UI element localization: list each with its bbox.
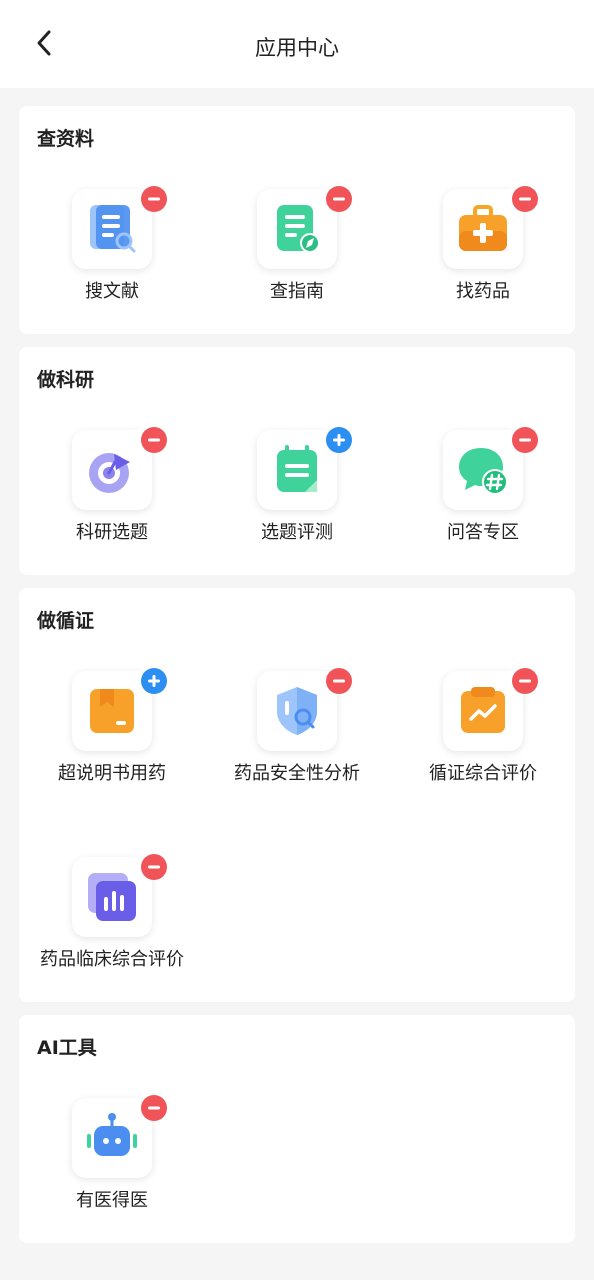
- section-research-materials: 查资料 搜文献 查指南 找药品: [19, 106, 575, 334]
- robot-icon: [87, 1113, 137, 1156]
- minus-icon: [519, 679, 531, 683]
- page-title: 应用中心: [255, 36, 339, 60]
- minus-icon: [519, 438, 531, 442]
- app-label: 有医得医: [76, 1190, 148, 1211]
- app-icon-tile[interactable]: [257, 189, 337, 269]
- minus-icon: [148, 197, 160, 201]
- minus-icon: [148, 865, 160, 869]
- app-check-guide[interactable]: 查指南: [204, 186, 390, 309]
- section-evidence-based: 做循证 超说明书用药 药品安全性分析 循证综合评价 药品临床综合评价: [19, 588, 575, 1002]
- chat-hashtag-icon: [459, 448, 508, 495]
- document-search-icon: [90, 205, 136, 253]
- shield-search-icon: [277, 687, 317, 735]
- remove-badge[interactable]: [512, 427, 538, 453]
- app-qa-zone[interactable]: 问答专区: [390, 427, 576, 550]
- add-badge[interactable]: [141, 668, 167, 694]
- remove-badge[interactable]: [141, 1095, 167, 1121]
- remove-badge[interactable]: [512, 186, 538, 212]
- app-drug-clinical-evaluation[interactable]: 药品临床综合评价: [19, 854, 205, 977]
- remove-badge[interactable]: [512, 668, 538, 694]
- minus-icon: [333, 197, 345, 201]
- section-title: 做循证: [37, 610, 95, 632]
- remove-badge[interactable]: [141, 854, 167, 880]
- app-research-topic[interactable]: 科研选题: [19, 427, 205, 550]
- section-title: 做科研: [37, 369, 95, 391]
- section-ai-tools: AI工具 有医得医: [19, 1015, 575, 1243]
- guide-compass-icon: [277, 205, 320, 253]
- app-label: 药品临床综合评价: [40, 949, 184, 970]
- app-icon-tile[interactable]: [72, 430, 152, 510]
- app-you-yi-de-yi[interactable]: 有医得医: [19, 1095, 205, 1218]
- medicine-kit-icon: [459, 205, 507, 251]
- app-topic-evaluation[interactable]: 选题评测: [204, 427, 390, 550]
- app-find-medicine[interactable]: 找药品: [390, 186, 576, 309]
- plus-icon: [148, 675, 160, 687]
- clipboard-trend-icon: [461, 687, 505, 733]
- top-bar: 应用中心: [0, 0, 594, 88]
- section-title: AI工具: [37, 1037, 97, 1059]
- app-icon-tile[interactable]: [257, 430, 337, 510]
- app-label: 循证综合评价: [429, 763, 537, 784]
- app-icon-tile[interactable]: [257, 671, 337, 751]
- app-icon-tile[interactable]: [72, 189, 152, 269]
- remove-badge[interactable]: [141, 186, 167, 212]
- bar-chart-icon: [88, 873, 136, 921]
- app-off-label-use[interactable]: 超说明书用药: [19, 668, 205, 791]
- app-icon-tile[interactable]: [72, 857, 152, 937]
- app-icon-tile[interactable]: [72, 671, 152, 751]
- app-label: 问答专区: [447, 522, 519, 543]
- section-do-research: 做科研 科研选题 选题评测 问答专区: [19, 347, 575, 575]
- remove-badge[interactable]: [326, 668, 352, 694]
- remove-badge[interactable]: [141, 427, 167, 453]
- app-icon-tile[interactable]: [72, 1098, 152, 1178]
- plus-icon: [333, 434, 345, 446]
- target-flag-icon: [89, 453, 130, 493]
- app-icon-tile[interactable]: [443, 189, 523, 269]
- minus-icon: [519, 197, 531, 201]
- remove-badge[interactable]: [326, 186, 352, 212]
- minus-icon: [148, 438, 160, 442]
- app-evidence-evaluation[interactable]: 循证综合评价: [390, 668, 576, 791]
- minus-icon: [148, 1106, 160, 1110]
- app-label: 找药品: [456, 281, 510, 302]
- app-search-literature[interactable]: 搜文献: [19, 186, 205, 309]
- app-icon-tile[interactable]: [443, 430, 523, 510]
- add-badge[interactable]: [326, 427, 352, 453]
- section-title: 查资料: [37, 128, 95, 150]
- bookmark-box-icon: [90, 689, 134, 733]
- minus-icon: [333, 679, 345, 683]
- app-icon-tile[interactable]: [443, 671, 523, 751]
- notepad-icon: [277, 445, 317, 492]
- bottom-spacer: [0, 1262, 594, 1280]
- app-drug-safety-analysis[interactable]: 药品安全性分析: [204, 668, 390, 791]
